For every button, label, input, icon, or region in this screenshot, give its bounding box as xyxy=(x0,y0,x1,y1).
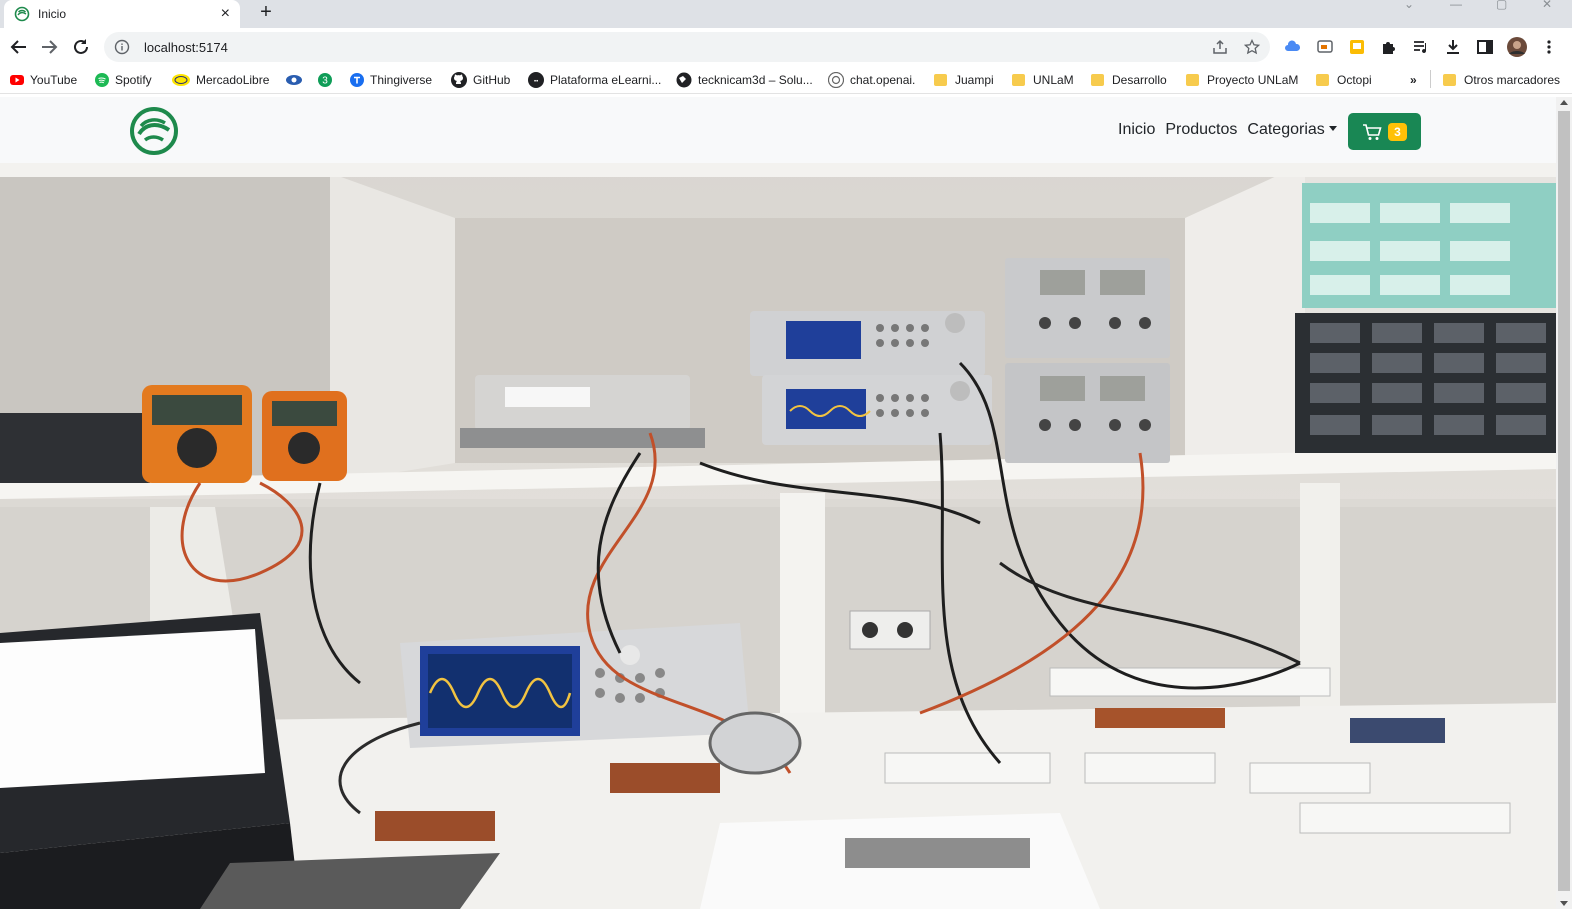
address-bar[interactable]: localhost:5174 xyxy=(104,32,1270,62)
browser-toolbar: localhost:5174 xyxy=(0,28,1572,66)
bookmark-folder-desarrollo[interactable]: Desarrollo xyxy=(1091,71,1167,89)
bookmark-thingiverse[interactable]: Thingiverse xyxy=(350,71,432,89)
folder-icon xyxy=(934,74,947,86)
bookmark-eye[interactable] xyxy=(286,71,308,89)
bookmark-badge-3[interactable]: 3 xyxy=(318,71,338,89)
bookmark-tecknicam3d[interactable]: tecknicam3d – Solu... xyxy=(676,71,813,89)
categorias-label: Categorias xyxy=(1247,121,1325,138)
cart-button[interactable]: 3 xyxy=(1348,113,1421,150)
hero-image xyxy=(0,163,1556,909)
bookmark-folder-proyecto-unlam[interactable]: Proyecto UNLaM xyxy=(1186,71,1298,89)
browser-tab[interactable]: Inicio × xyxy=(4,0,240,28)
brand-logo-icon[interactable] xyxy=(129,106,179,156)
electronics-lab-photo xyxy=(0,163,1556,909)
bookmark-github[interactable]: GitHub xyxy=(451,71,510,89)
youtube-icon xyxy=(10,75,24,85)
cloud-extension-icon[interactable] xyxy=(1282,36,1304,58)
bookmark-mercadolibre[interactable]: MercadoLibre xyxy=(172,71,269,89)
minimize-icon[interactable]: — xyxy=(1450,0,1462,10)
profile-avatar-icon[interactable] xyxy=(1506,36,1528,58)
download-icon[interactable] xyxy=(1442,36,1464,58)
github-icon xyxy=(451,72,467,88)
page-scrollbar[interactable] xyxy=(1556,97,1572,909)
bookmarks-divider xyxy=(1430,70,1431,88)
page-viewport: Inicio Productos Categorias 3 xyxy=(0,97,1556,909)
share-icon[interactable] xyxy=(1212,39,1228,60)
site-info-icon[interactable] xyxy=(114,39,130,55)
bookmark-spotify[interactable]: Spotify xyxy=(95,71,152,89)
site-navbar: Inicio Productos Categorias 3 xyxy=(0,97,1556,163)
bookmark-folder-octopi[interactable]: Octopi xyxy=(1316,71,1372,89)
elearning-icon: ▪▪ xyxy=(528,72,544,88)
tab-search-icon[interactable]: ⌄ xyxy=(1404,0,1414,10)
folder-icon xyxy=(1012,74,1025,86)
folder-icon xyxy=(1443,74,1456,86)
folder-icon xyxy=(1091,74,1104,86)
badge-3-icon: 3 xyxy=(318,73,332,87)
nav-links: Inicio Productos Categorias xyxy=(1118,121,1337,139)
eye-icon xyxy=(286,75,302,85)
unlam-favicon-icon xyxy=(14,6,30,22)
bookmark-chatopenai[interactable]: chat.openai. xyxy=(828,71,915,89)
side-panel-icon[interactable] xyxy=(1474,36,1496,58)
svg-text:3: 3 xyxy=(322,76,328,87)
tab-strip: Inicio × + ⌄ — ▢ ✕ xyxy=(0,0,1572,28)
maximize-icon[interactable]: ▢ xyxy=(1496,0,1507,10)
bookmark-folder-unlam[interactable]: UNLaM xyxy=(1012,71,1074,89)
more-bookmarks-icon[interactable]: » xyxy=(1410,71,1417,89)
spotify-icon xyxy=(95,73,109,87)
scroll-thumb[interactable] xyxy=(1558,111,1570,891)
cart-count-badge: 3 xyxy=(1388,122,1407,141)
openai-icon xyxy=(828,72,844,88)
caret-down-icon xyxy=(1328,126,1337,131)
mercadolibre-icon xyxy=(172,74,190,86)
scroll-down-icon[interactable] xyxy=(1560,901,1568,906)
bookmarks-bar: YouTube Spotify MercadoLibre 3 Thingiver… xyxy=(0,66,1572,94)
bookmark-youtube[interactable]: YouTube xyxy=(10,71,77,89)
menu-kebab-icon[interactable] xyxy=(1538,36,1560,58)
bookmark-star-icon[interactable] xyxy=(1243,38,1261,60)
scroll-up-icon[interactable] xyxy=(1560,100,1568,105)
bookmark-folder-juampi[interactable]: Juampi xyxy=(934,71,994,89)
notes-extension-icon[interactable] xyxy=(1346,36,1368,58)
bookmark-elearning[interactable]: ▪▪ Plataforma eLearni... xyxy=(528,71,661,89)
cast-extension-icon[interactable] xyxy=(1314,36,1336,58)
tab-title: Inicio xyxy=(38,7,67,21)
nav-link-productos[interactable]: Productos xyxy=(1165,121,1237,139)
folder-icon xyxy=(1316,74,1329,86)
url-text: localhost:5174 xyxy=(144,39,228,55)
media-control-icon[interactable] xyxy=(1410,36,1432,58)
tab-close-icon[interactable]: × xyxy=(221,6,230,22)
close-window-icon[interactable]: ✕ xyxy=(1542,0,1552,10)
extensions-puzzle-icon[interactable] xyxy=(1378,36,1400,58)
back-icon[interactable] xyxy=(8,36,30,58)
categorias-dropdown[interactable]: Categorias xyxy=(1247,121,1337,139)
cart-icon xyxy=(1363,123,1382,140)
svg-text:▪▪: ▪▪ xyxy=(534,79,538,85)
new-tab-button[interactable]: + xyxy=(256,2,276,22)
globe-icon xyxy=(676,72,692,88)
bookmark-folder-otros[interactable]: Otros marcadores xyxy=(1443,71,1560,89)
thingiverse-icon xyxy=(350,73,364,87)
forward-icon[interactable] xyxy=(38,36,60,58)
folder-icon xyxy=(1186,74,1199,86)
nav-link-inicio[interactable]: Inicio xyxy=(1118,121,1155,139)
reload-icon[interactable] xyxy=(70,36,92,58)
